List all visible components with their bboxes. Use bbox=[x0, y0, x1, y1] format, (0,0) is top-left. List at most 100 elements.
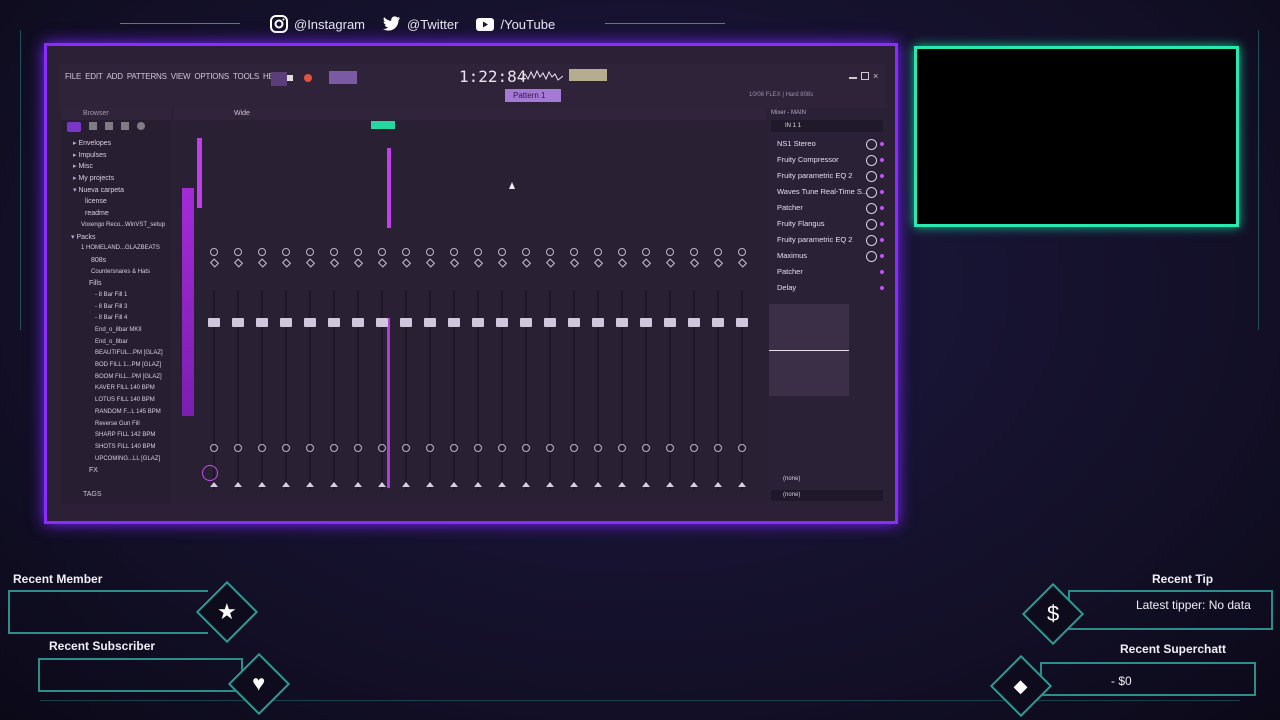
send-knob-icon[interactable] bbox=[618, 444, 626, 452]
menu-add[interactable]: ADD bbox=[107, 72, 124, 81]
pan-knob-icon[interactable] bbox=[210, 248, 218, 256]
route-arrow-icon[interactable] bbox=[282, 482, 290, 487]
mixer-strip[interactable] bbox=[444, 130, 465, 490]
stereo-separation-icon[interactable] bbox=[593, 258, 604, 268]
mixer-strip[interactable] bbox=[708, 130, 729, 490]
route-arrow-icon[interactable] bbox=[210, 482, 218, 487]
mixer-strip[interactable] bbox=[732, 130, 753, 490]
route-arrow-icon[interactable] bbox=[690, 482, 698, 487]
mix-knob-icon[interactable] bbox=[866, 155, 877, 166]
menu-edit[interactable]: EDIT bbox=[85, 72, 103, 81]
maximize-icon[interactable] bbox=[861, 72, 869, 80]
send-none-2[interactable]: (none) bbox=[771, 490, 883, 501]
send-knob-icon[interactable] bbox=[306, 444, 314, 452]
list-item[interactable]: Fills bbox=[61, 278, 171, 290]
menu-tools[interactable]: TOOLS bbox=[233, 72, 259, 81]
stereo-separation-icon[interactable] bbox=[281, 258, 292, 268]
send-knob-icon[interactable] bbox=[714, 444, 722, 452]
instagram-link[interactable]: @Instagram bbox=[270, 15, 365, 33]
list-item[interactable]: - 8 Bar Fill 4 bbox=[61, 313, 171, 325]
browser-plus-icon[interactable] bbox=[67, 122, 81, 132]
stereo-separation-icon[interactable] bbox=[449, 258, 460, 268]
effect-slot[interactable]: Patcher bbox=[767, 200, 887, 216]
send-knob-icon[interactable] bbox=[642, 444, 650, 452]
mix-knob-icon[interactable] bbox=[866, 235, 877, 246]
route-arrow-icon[interactable] bbox=[738, 482, 746, 487]
route-arrow-icon[interactable] bbox=[330, 482, 338, 487]
send-knob-icon[interactable] bbox=[570, 444, 578, 452]
route-arrow-icon[interactable] bbox=[522, 482, 530, 487]
route-arrow-icon[interactable] bbox=[306, 482, 314, 487]
list-item[interactable]: End_o_8bar bbox=[61, 337, 171, 349]
send-knob-icon[interactable] bbox=[210, 444, 218, 452]
effect-slot[interactable]: Delay bbox=[767, 280, 887, 296]
list-item[interactable]: ▸ Envelopes bbox=[61, 138, 171, 150]
volume-fader[interactable] bbox=[592, 318, 604, 327]
mix-knob-icon[interactable] bbox=[866, 171, 877, 182]
record-button[interactable] bbox=[304, 74, 312, 82]
send-knob-icon[interactable] bbox=[330, 444, 338, 452]
stereo-separation-icon[interactable] bbox=[569, 258, 580, 268]
menu-options[interactable]: OPTIONS bbox=[194, 72, 229, 81]
slot-enable-icon[interactable] bbox=[880, 238, 884, 242]
volume-fader[interactable] bbox=[352, 318, 364, 327]
send-knob-icon[interactable] bbox=[474, 444, 482, 452]
mix-knob-icon[interactable] bbox=[866, 203, 877, 214]
route-arrow-icon[interactable] bbox=[570, 482, 578, 487]
volume-fader[interactable] bbox=[400, 318, 412, 327]
list-item[interactable]: FX bbox=[61, 465, 171, 477]
route-arrow-icon[interactable] bbox=[594, 482, 602, 487]
list-item[interactable]: Voxengo Reco...WinVST_setup bbox=[61, 220, 171, 232]
input-selector[interactable]: IN 1 1 bbox=[771, 120, 883, 132]
list-item[interactable]: SHOTS FILL 140 BPM bbox=[61, 442, 171, 454]
menu-patterns[interactable]: PATTERNS bbox=[127, 72, 167, 81]
pan-knob-icon[interactable] bbox=[402, 248, 410, 256]
mixer-strip[interactable] bbox=[612, 130, 633, 490]
list-item[interactable]: BEAUTIFUL...PM [GLAZ] bbox=[61, 348, 171, 360]
mix-knob-icon[interactable] bbox=[866, 219, 877, 230]
route-arrow-icon[interactable] bbox=[546, 482, 554, 487]
pan-knob-icon[interactable] bbox=[498, 248, 506, 256]
pan-knob-icon[interactable] bbox=[522, 248, 530, 256]
pan-knob-icon[interactable] bbox=[738, 248, 746, 256]
stereo-separation-icon[interactable] bbox=[737, 258, 748, 268]
list-item[interactable]: LOTUS FILL 140 BPM bbox=[61, 395, 171, 407]
route-arrow-icon[interactable] bbox=[642, 482, 650, 487]
volume-fader[interactable] bbox=[664, 318, 676, 327]
effect-slot[interactable]: Waves Tune Real-Time S... bbox=[767, 184, 887, 200]
pan-knob-icon[interactable] bbox=[306, 248, 314, 256]
list-item[interactable]: ▾ Nueva carpeta bbox=[61, 185, 171, 197]
list-item[interactable]: 808s bbox=[61, 255, 171, 267]
mixer-strip[interactable] bbox=[564, 130, 585, 490]
stereo-separation-icon[interactable] bbox=[377, 258, 388, 268]
mixer-strip[interactable] bbox=[684, 130, 705, 490]
pan-knob-icon[interactable] bbox=[594, 248, 602, 256]
mixer-strip[interactable] bbox=[348, 130, 369, 490]
effect-slot[interactable]: Patcher bbox=[767, 264, 887, 280]
list-item[interactable]: KAVER FILL 140 BPM bbox=[61, 383, 171, 395]
pan-knob-icon[interactable] bbox=[618, 248, 626, 256]
pan-knob-icon[interactable] bbox=[258, 248, 266, 256]
send-knob-icon[interactable] bbox=[690, 444, 698, 452]
stereo-separation-icon[interactable] bbox=[305, 258, 316, 268]
route-arrow-icon[interactable] bbox=[426, 482, 434, 487]
pattern-selector[interactable]: Pattern 1 bbox=[505, 89, 561, 102]
mix-knob-icon[interactable] bbox=[866, 251, 877, 262]
browser-folder-icon[interactable] bbox=[89, 122, 97, 130]
stereo-separation-icon[interactable] bbox=[401, 258, 412, 268]
menu-view[interactable]: VIEW bbox=[171, 72, 191, 81]
stereo-separation-icon[interactable] bbox=[497, 258, 508, 268]
volume-fader[interactable] bbox=[496, 318, 508, 327]
list-item[interactable]: - 8 Bar Fill 1 bbox=[61, 290, 171, 302]
list-item[interactable]: Reverse Gun Fill bbox=[61, 419, 171, 431]
list-item[interactable]: - 8 Bar Fill 3 bbox=[61, 302, 171, 314]
route-arrow-icon[interactable] bbox=[354, 482, 362, 487]
route-arrow-icon[interactable] bbox=[666, 482, 674, 487]
volume-fader[interactable] bbox=[280, 318, 292, 327]
send-knob-icon[interactable] bbox=[354, 444, 362, 452]
tempo-display[interactable] bbox=[329, 71, 357, 84]
mix-knob-icon[interactable] bbox=[866, 139, 877, 150]
eq-graph[interactable] bbox=[769, 304, 849, 396]
slot-enable-icon[interactable] bbox=[880, 286, 884, 290]
pan-knob-icon[interactable] bbox=[714, 248, 722, 256]
